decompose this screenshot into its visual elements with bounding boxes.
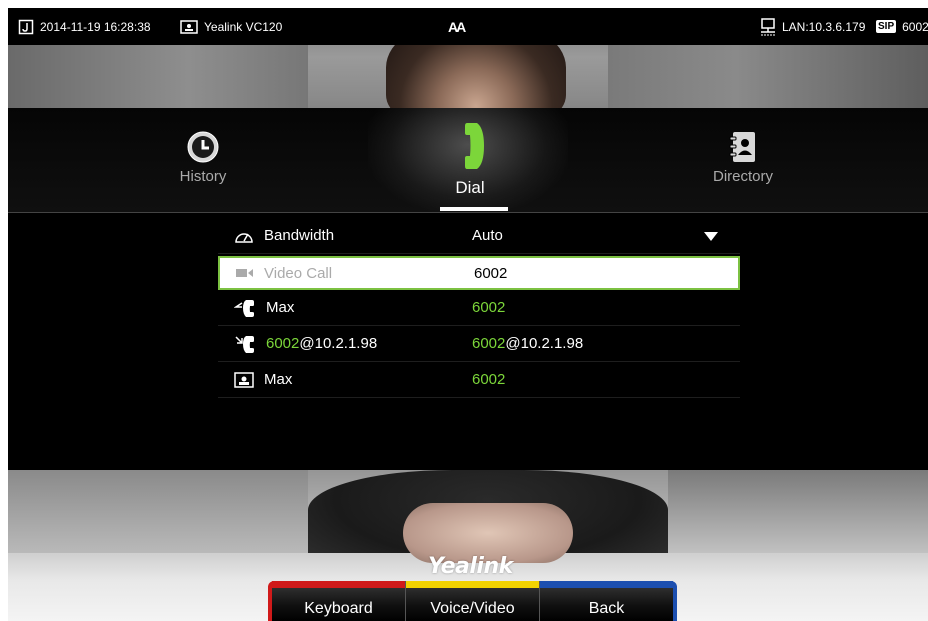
dial-list: Bandwidth Auto Video Call 6002 Max 6002 …	[218, 218, 740, 398]
address-value-number: 6002	[472, 335, 506, 352]
tab-bar: History Dial Directory	[8, 108, 928, 213]
keyboard-softkey[interactable]: Keyboard	[268, 581, 406, 621]
lan-item: LAN:10.3.6.179	[760, 8, 865, 45]
font-size-indicator: AA	[448, 18, 466, 35]
address-label: 6002@10.2.1.98	[266, 335, 377, 352]
clock-icon	[187, 131, 219, 163]
bandwidth-label-group: Bandwidth	[234, 227, 334, 244]
dial-panel: History Dial Directory Bandwidth Auto Vi…	[8, 108, 928, 470]
tab-directory-label: Directory	[712, 168, 773, 185]
address-label-group: 6002@10.2.1.98	[234, 334, 377, 354]
softkey-bar: Keyboard Voice/Video Back	[268, 581, 677, 621]
device-model-text: Yealink VC120	[204, 19, 283, 34]
tab-dial[interactable]: Dial	[395, 120, 545, 200]
video-camera-icon	[236, 269, 253, 277]
phone-handset-icon	[465, 123, 484, 169]
incoming-call-icon	[235, 335, 254, 353]
tab-history[interactable]: History	[128, 130, 278, 210]
calendar-icon	[18, 19, 34, 34]
softkey-red-bar	[272, 581, 405, 588]
sip-badge: SIP	[876, 20, 897, 33]
contact-max-number: 6002	[472, 371, 506, 388]
tab-directory[interactable]: Directory	[668, 130, 818, 210]
directory-row-max[interactable]: Max 6002	[218, 362, 740, 398]
history-row-address[interactable]: 6002@10.2.1.98 6002@10.2.1.98	[218, 326, 740, 362]
back-softkey[interactable]: Back	[540, 581, 677, 621]
device-card-icon	[180, 19, 198, 34]
address-value: 6002@10.2.1.98	[472, 335, 583, 352]
datetime-text: 2014-11-19 16:28:38	[40, 19, 151, 34]
datetime-item: 2014-11-19 16:28:38	[18, 8, 151, 45]
keyboard-softkey-label: Keyboard	[304, 600, 373, 617]
bandwidth-row[interactable]: Bandwidth Auto	[218, 218, 740, 254]
lan-text: LAN:10.3.6.179	[782, 19, 866, 34]
screen: 2014-11-19 16:28:38 Yealink VC120 AA LAN…	[8, 8, 928, 621]
gauge-icon	[235, 232, 253, 243]
video-call-input[interactable]: 6002	[474, 265, 507, 282]
contact-max-label-group: Max	[234, 371, 292, 388]
contact-max-label: Max	[264, 371, 293, 388]
softkey-blue-bar	[540, 581, 673, 588]
max-label-group: Max	[234, 298, 294, 318]
background-lower-left	[8, 470, 308, 560]
active-tab-indicator	[440, 207, 508, 211]
bandwidth-label: Bandwidth	[264, 227, 335, 244]
tab-divider	[8, 212, 928, 213]
device-model-item: Yealink VC120	[180, 8, 282, 45]
contacts-book-icon	[729, 132, 755, 162]
softkey-yellow-bar	[406, 581, 539, 588]
missed-call-icon	[234, 299, 254, 317]
back-softkey-label: Back	[588, 600, 625, 617]
video-call-label-group: Video Call	[236, 265, 332, 282]
address-value-host: @10.2.1.98	[505, 335, 584, 352]
status-bar: 2014-11-19 16:28:38 Yealink VC120 AA LAN…	[8, 8, 928, 45]
tab-history-label: History	[179, 168, 227, 185]
contact-card-icon	[234, 371, 254, 388]
video-call-row[interactable]: Video Call 6002	[218, 256, 740, 290]
max-label: Max	[266, 299, 295, 316]
yealink-logo: Yealink	[428, 554, 513, 579]
voice-video-softkey[interactable]: Voice/Video	[406, 581, 540, 621]
voice-video-softkey-label: Voice/Video	[430, 600, 515, 617]
sip-item: SIP 6002	[876, 8, 928, 45]
history-row-max[interactable]: Max 6002	[218, 290, 740, 326]
address-label-host: @10.2.1.98	[299, 335, 378, 352]
bandwidth-value: Auto	[472, 227, 503, 244]
max-number: 6002	[472, 299, 506, 316]
dropdown-arrow-icon[interactable]	[704, 232, 718, 241]
network-icon	[761, 17, 775, 35]
background-lower-right	[668, 470, 928, 560]
tab-dial-label: Dial	[455, 178, 485, 197]
video-call-label: Video Call	[264, 264, 333, 282]
sip-account-text: 6002	[902, 19, 928, 34]
address-label-number: 6002	[266, 335, 300, 352]
